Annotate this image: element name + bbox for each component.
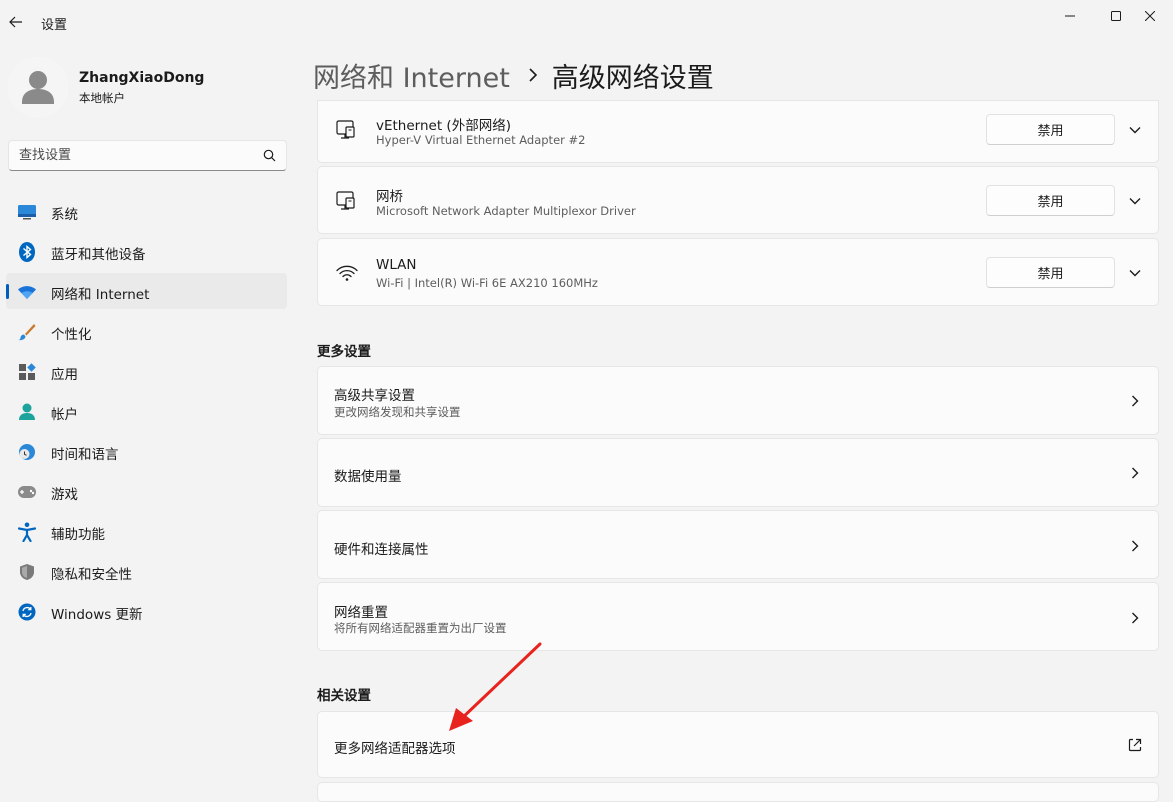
sidebar-item-windows-update[interactable]: Windows 更新 — [6, 593, 287, 629]
list-item-partial[interactable] — [317, 782, 1159, 802]
adapter-description: Wi-Fi | Intel(R) Wi-Fi 6E AX210 160MHz — [376, 276, 598, 290]
sidebar-item-label: Windows 更新 — [51, 607, 143, 623]
setting-subtitle: 更改网络发现和共享设置 — [334, 405, 461, 419]
minimize-icon — [1065, 15, 1075, 17]
wifi-icon — [17, 282, 37, 302]
back-arrow-icon — [9, 16, 22, 28]
sidebar-item-label: 辅助功能 — [51, 527, 105, 543]
sidebar-item-gaming[interactable]: 游戏 — [6, 473, 287, 509]
bluetooth-icon — [17, 242, 37, 262]
adapter-card-wlan[interactable]: WLAN Wi-Fi | Intel(R) Wi-Fi 6E AX210 160… — [317, 238, 1159, 306]
time-language-icon — [17, 442, 37, 462]
sidebar-item-privacy[interactable]: 隐私和安全性 — [6, 553, 287, 589]
user-profile[interactable]: ZhangXiaoDong 本地帐户 — [8, 57, 288, 117]
ethernet-icon — [336, 120, 355, 139]
user-name: ZhangXiaoDong — [79, 70, 205, 86]
sidebar-item-apps[interactable]: 应用 — [6, 353, 287, 389]
title-bar: 设置 — [0, 0, 1173, 46]
avatar — [8, 57, 68, 117]
sidebar-item-label: 时间和语言 — [51, 447, 119, 463]
user-avatar-icon — [8, 57, 68, 117]
data-usage[interactable]: 数据使用量 — [317, 438, 1159, 507]
sidebar-item-time-language[interactable]: 时间和语言 — [6, 433, 287, 469]
close-icon — [1145, 11, 1155, 21]
advanced-sharing-settings[interactable]: 高级共享设置 更改网络发现和共享设置 — [317, 366, 1159, 435]
chevron-right-icon — [528, 63, 538, 87]
adapter-card-vethernet[interactable]: vEthernet (外部网络) Hyper-V Virtual Etherne… — [317, 100, 1159, 163]
disable-button[interactable]: 禁用 — [986, 185, 1115, 216]
setting-title: 网络重置 — [334, 605, 388, 621]
minimize-button[interactable] — [1047, 0, 1093, 32]
chevron-right-icon — [1132, 395, 1139, 407]
setting-subtitle: 将所有网络适配器重置为出厂设置 — [334, 621, 507, 635]
account-icon — [17, 402, 37, 422]
close-button[interactable] — [1127, 0, 1173, 32]
disable-button[interactable]: 禁用 — [986, 257, 1115, 288]
sidebar-item-label: 网络和 Internet — [51, 287, 150, 303]
chevron-right-icon — [1132, 467, 1139, 479]
sidebar-item-label: 系统 — [51, 207, 78, 223]
sidebar-item-label: 蓝牙和其他设备 — [51, 247, 146, 263]
sidebar-item-label: 隐私和安全性 — [51, 567, 132, 583]
adapter-card-bridge[interactable]: 网桥 Microsoft Network Adapter Multiplexor… — [317, 166, 1159, 234]
account-type: 本地帐户 — [79, 91, 125, 105]
breadcrumb-parent[interactable]: 网络和 Internet — [313, 56, 510, 95]
sidebar-item-system[interactable]: 系统 — [6, 193, 287, 229]
external-link-icon — [1128, 738, 1142, 752]
search-icon[interactable] — [263, 149, 276, 162]
breadcrumb: 网络和 Internet 高级网络设置 — [313, 54, 714, 96]
wifi-icon — [336, 265, 358, 281]
sidebar-item-accessibility[interactable]: 辅助功能 — [6, 513, 287, 549]
adapter-name: vEthernet (外部网络) — [376, 118, 511, 134]
maximize-icon — [1111, 11, 1121, 21]
chevron-down-icon[interactable] — [1126, 192, 1144, 210]
sidebar-item-label: 应用 — [51, 367, 78, 383]
setting-title: 数据使用量 — [334, 469, 402, 485]
app-title: 设置 — [41, 18, 68, 33]
section-title-more-settings: 更多设置 — [317, 344, 371, 360]
sidebar-item-label: 个性化 — [51, 327, 92, 343]
adapter-name: 网桥 — [376, 189, 403, 205]
chevron-down-icon[interactable] — [1126, 121, 1144, 139]
back-button[interactable] — [4, 9, 28, 35]
gamepad-icon — [17, 482, 37, 502]
setting-title: 更多网络适配器选项 — [334, 741, 456, 757]
adapter-name: WLAN — [376, 257, 417, 273]
section-title-related-settings: 相关设置 — [317, 688, 371, 704]
search-input[interactable] — [9, 141, 249, 170]
annotation-arrow — [449, 642, 542, 731]
hardware-connection-properties[interactable]: 硬件和连接属性 — [317, 510, 1159, 579]
chevron-down-icon[interactable] — [1126, 264, 1144, 282]
setting-title: 高级共享设置 — [334, 388, 415, 404]
brush-icon — [17, 322, 37, 342]
setting-title: 硬件和连接属性 — [334, 542, 429, 558]
sidebar-item-bluetooth[interactable]: 蓝牙和其他设备 — [6, 233, 287, 269]
accessibility-icon — [17, 522, 37, 542]
chevron-right-icon — [1132, 540, 1139, 552]
sidebar-item-accounts[interactable]: 帐户 — [6, 393, 287, 429]
ethernet-icon — [336, 191, 355, 210]
chevron-right-icon — [1132, 612, 1139, 624]
search-box — [8, 140, 287, 171]
page-title: 高级网络设置 — [551, 62, 714, 94]
sidebar-item-label: 游戏 — [51, 487, 78, 503]
update-icon — [17, 602, 37, 622]
sidebar-item-label: 帐户 — [51, 407, 78, 423]
sidebar-nav: 系统 蓝牙和其他设备 网络和 Internet 个性化 应用 帐户 时间和语言 … — [6, 193, 287, 633]
sidebar-item-network[interactable]: 网络和 Internet — [6, 273, 287, 309]
apps-icon — [17, 362, 37, 382]
sidebar-item-personalization[interactable]: 个性化 — [6, 313, 287, 349]
shield-icon — [17, 562, 37, 582]
disable-button[interactable]: 禁用 — [986, 114, 1115, 145]
adapter-description: Microsoft Network Adapter Multiplexor Dr… — [376, 204, 636, 218]
system-icon — [17, 202, 37, 222]
adapter-description: Hyper-V Virtual Ethernet Adapter #2 — [376, 133, 586, 147]
